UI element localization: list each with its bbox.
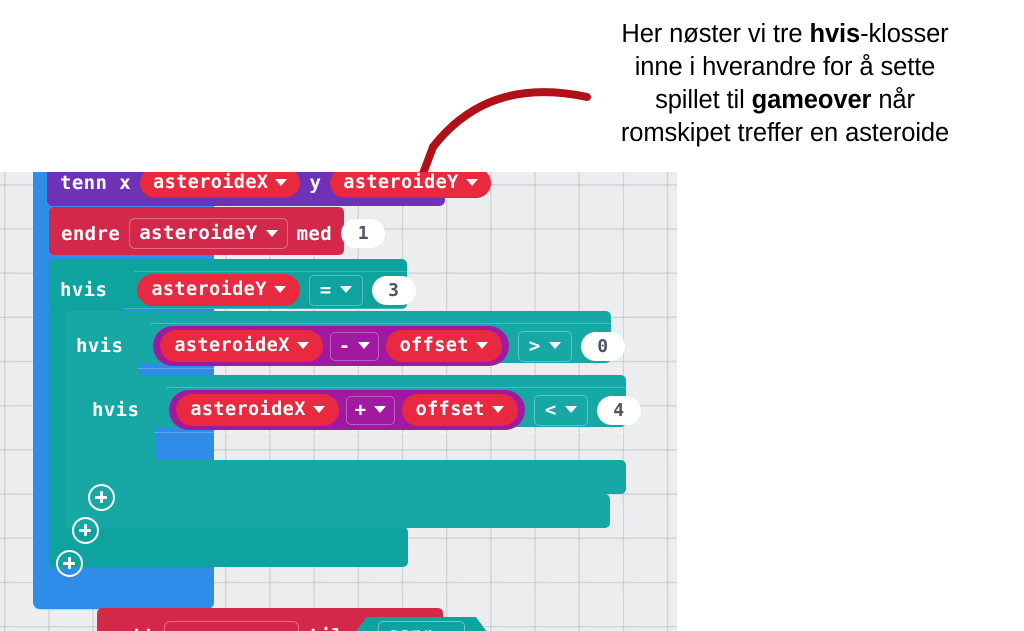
if2-arith-right-operand[interactable]: offset [385,330,502,362]
if1-comparison-operator[interactable]: = [308,274,363,306]
annotation-line-1: Her nøster vi tre hvis-klosser [621,20,949,48]
if1-condition[interactable]: asteroideY = 3 [121,271,431,309]
chevron-down-icon [275,179,288,186]
chevron-down-icon [357,342,370,349]
chevron-down-icon [339,286,352,293]
if3-right-operand[interactable]: 4 [596,395,641,425]
block-endre-variable[interactable]: endre asteroideY med 1 [49,207,386,255]
sett-label: sett [108,625,155,631]
if1-right-operand[interactable]: 3 [371,275,416,305]
endre-variable-dropdown[interactable]: asteroideY [129,218,288,249]
if3-left-operand[interactable]: asteroideX [176,394,339,426]
blocks-canvas[interactable]: tenn x asteroideX y asteroideY endre ast… [0,172,677,631]
if1-tail [49,527,408,567]
if2-keyword: hvis [76,335,124,357]
annotation-line-2: inne i hverandre for å sette [634,53,936,81]
if3-arith-operator[interactable]: + [345,395,395,425]
if3-comparison-operator[interactable]: < [533,394,588,426]
if2-right-operand[interactable]: 0 [580,331,625,361]
sett-boolean-slot[interactable]: sann [353,617,490,631]
if2-tail [65,494,610,528]
plus-icon-add-else-middle[interactable] [72,517,99,544]
endre-label: endre [61,222,121,245]
chevron-down-icon [548,342,561,349]
chevron-down-icon [491,406,504,413]
block-if-middle[interactable]: hvis asteroideX - offset > 0 [65,311,625,366]
annotation-line-3: spillet til gameover når [655,86,915,114]
if2-arith-operator[interactable]: - [329,331,379,361]
chevron-down-icon [265,229,278,237]
block-if-inner[interactable]: hvis asteroideX + offset < 4 [81,375,641,430]
chevron-down-icon [296,342,309,349]
event-block-notch [128,581,168,593]
annotation-line-4: romskipet treffer en asteroide [620,119,950,147]
if1-left-operand[interactable]: asteroideY [137,274,300,306]
sett-boolean-dropdown[interactable]: sann [378,621,465,631]
if2-condition[interactable]: asteroideX - offset > 0 [137,323,640,369]
chevron-down-icon [465,179,478,186]
sett-variable-dropdown[interactable]: gameover [164,620,300,631]
block-set-variable[interactable]: sett gameover til sann [97,608,443,631]
tenn-var-y[interactable]: asteroideY [330,172,491,198]
chevron-down-icon [312,406,325,413]
annotation-text: Her nøster vi tre hvis-klosser inne i hv… [560,18,1010,150]
chevron-down-icon [564,406,577,413]
tenn-label: tenn x [60,172,132,194]
if1-keyword: hvis [60,279,108,301]
if2-arithmetic-block[interactable]: asteroideX - offset [153,326,509,366]
if3-tail [81,460,626,494]
tenn-var-x[interactable]: asteroideX [140,172,301,198]
sett-to-label: til [308,625,344,631]
if2-left-operand[interactable]: asteroideX [160,330,323,362]
chevron-down-icon [475,342,488,349]
if2-comparison-operator[interactable]: > [517,330,572,362]
if3-condition[interactable]: asteroideX + offset < 4 [153,387,656,433]
chevron-down-icon [273,286,286,293]
if3-keyword: hvis [92,399,140,421]
if3-arith-right-operand[interactable]: offset [401,394,518,426]
plus-icon-add-else-outer[interactable] [56,550,83,577]
endre-with-label: med [296,222,333,245]
block-tenn-led[interactable]: tenn x asteroideX y asteroideY [47,172,491,206]
endre-value-input[interactable]: 1 [341,219,386,248]
if3-arithmetic-block[interactable]: asteroideX + offset [169,390,525,430]
tenn-label-y: y [309,172,322,194]
plus-icon-add-else-inner[interactable] [88,484,115,511]
chevron-down-icon [373,406,386,413]
block-if-outer[interactable]: hvis asteroideY = 3 [49,259,416,309]
